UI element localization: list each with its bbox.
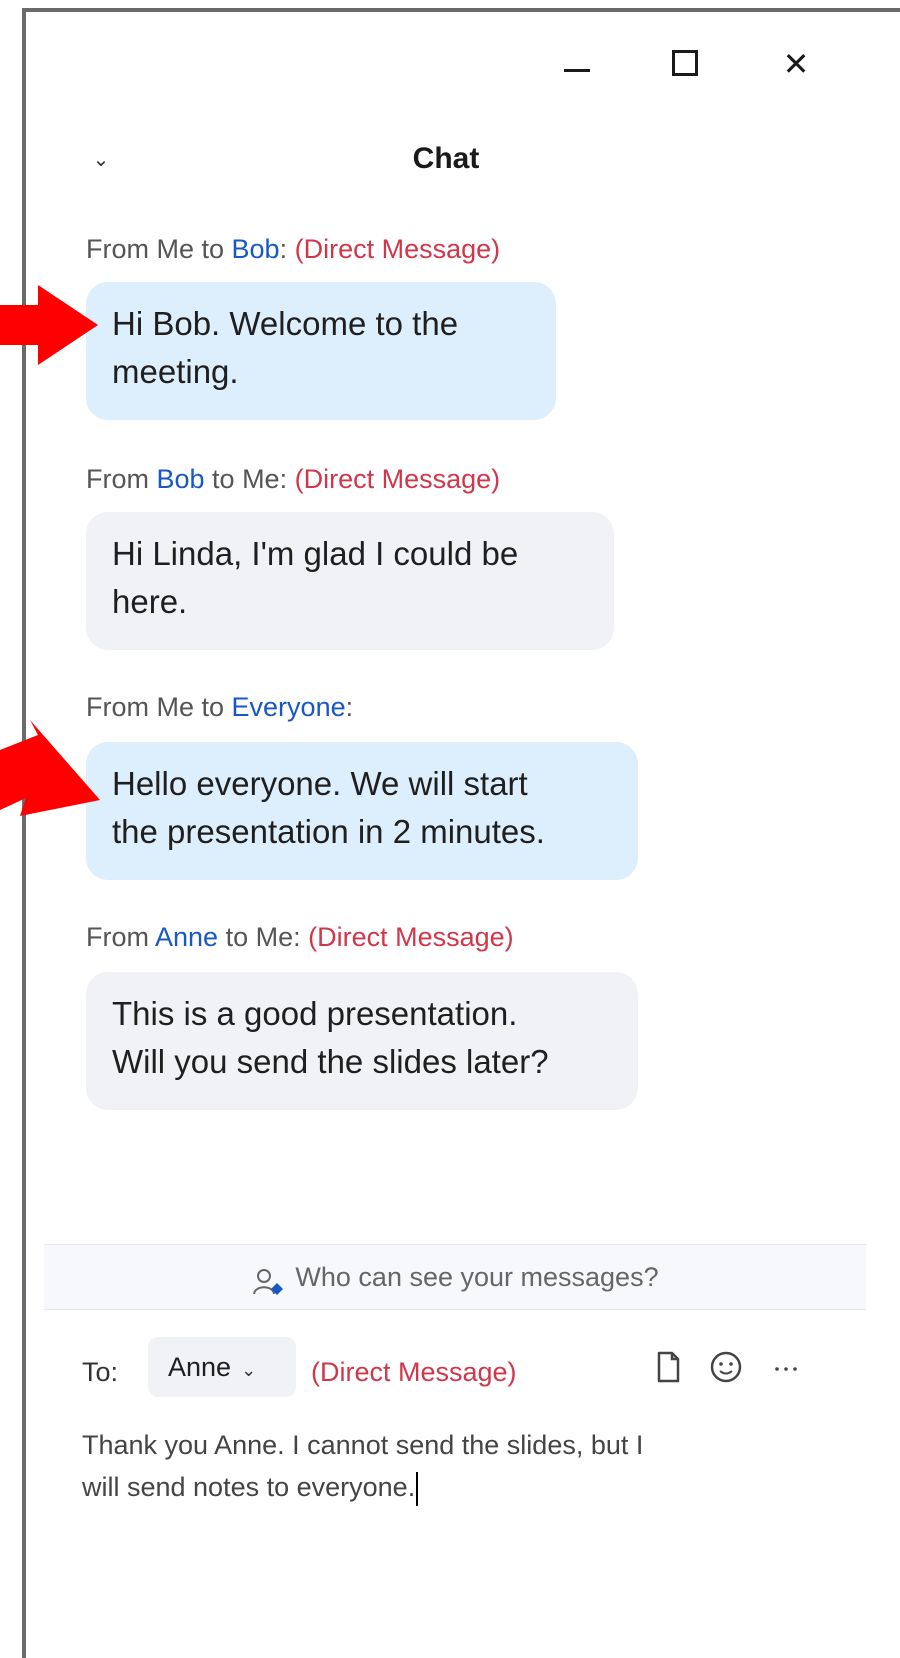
message-line: the presentation in 2 minutes. (112, 813, 545, 850)
sender-name[interactable]: Anne (155, 922, 218, 952)
message-line: Hi Bob. Welcome to the (112, 305, 459, 342)
chat-title: Chat (412, 142, 480, 175)
recipient-name[interactable]: Everyone (232, 692, 346, 722)
message-line: here. (112, 583, 188, 620)
direct-message-tag: (Direct Message) (294, 464, 501, 494)
recipient-value: Anne (168, 1352, 232, 1382)
message-line: Hi Linda, I'm glad I could be (112, 535, 519, 572)
header-suffix: to Me: (218, 922, 301, 952)
direct-message-tag: (Direct Message) (294, 234, 501, 264)
message-bubble[interactable]: Hi Linda, I'm glad I could be here. (86, 512, 614, 650)
header-suffix: to Me: (204, 464, 288, 494)
draft-line: will send notes to everyone. (82, 1472, 416, 1502)
red-arrow-annotation (0, 720, 100, 816)
recipient-dropdown[interactable]: Anne ⌄ (148, 1337, 296, 1397)
text-caret (416, 1471, 419, 1506)
header-suffix: : (345, 692, 354, 722)
message-header: From Anne to Me: (Direct Message) (86, 922, 514, 953)
header-prefix: From Me to (86, 234, 232, 264)
header-prefix: From (86, 464, 157, 494)
visibility-text: Who can see your messages? (295, 1262, 659, 1292)
message-line: This is a good presentation. (112, 995, 518, 1032)
file-icon[interactable] (648, 1347, 688, 1387)
emoji-icon[interactable] (706, 1347, 746, 1387)
sender-name[interactable]: Bob (157, 464, 205, 494)
message-bubble[interactable]: Hello everyone. We will start the presen… (86, 742, 638, 880)
recipient-name[interactable]: Bob (232, 234, 280, 264)
draft-line: Thank you Anne. I cannot send the slides… (82, 1430, 644, 1460)
message-header: From Bob to Me: (Direct Message) (86, 464, 500, 495)
header-prefix: From (86, 922, 156, 952)
red-arrow-annotation (0, 285, 98, 365)
close-icon[interactable]: ✕ (766, 34, 826, 94)
message-line: Will you send the slides later? (112, 1043, 549, 1080)
message-header: From Me to Bob: (Direct Message) (86, 234, 500, 265)
message-line: meeting. (112, 353, 239, 390)
chevron-down-icon: ⌄ (241, 1360, 257, 1380)
direct-message-tag: (Direct Message) (308, 922, 514, 952)
message-line: Hello everyone. We will start (112, 765, 528, 802)
chat-window: ✕ ⌄ Chat From Me to Bob: (Direct Message… (22, 8, 900, 1658)
header-prefix: From Me to (86, 692, 232, 722)
message-input[interactable]: Thank you Anne. I cannot send the slides… (82, 1424, 842, 1508)
message-header: From Me to Everyone: (86, 692, 353, 723)
message-bubble[interactable]: Hi Bob. Welcome to the meeting. (86, 282, 556, 420)
more-icon[interactable] (766, 1347, 806, 1387)
header-suffix: : (279, 234, 288, 264)
maximize-icon[interactable] (656, 34, 716, 94)
visibility-info[interactable]: Who can see your messages? (44, 1244, 866, 1310)
minimize-icon[interactable] (546, 34, 606, 94)
direct-message-tag: (Direct Message) (311, 1357, 517, 1387)
to-label: To: (82, 1357, 119, 1387)
message-bubble[interactable]: This is a good presentation. Will you se… (86, 972, 638, 1110)
person-icon (251, 1259, 285, 1295)
